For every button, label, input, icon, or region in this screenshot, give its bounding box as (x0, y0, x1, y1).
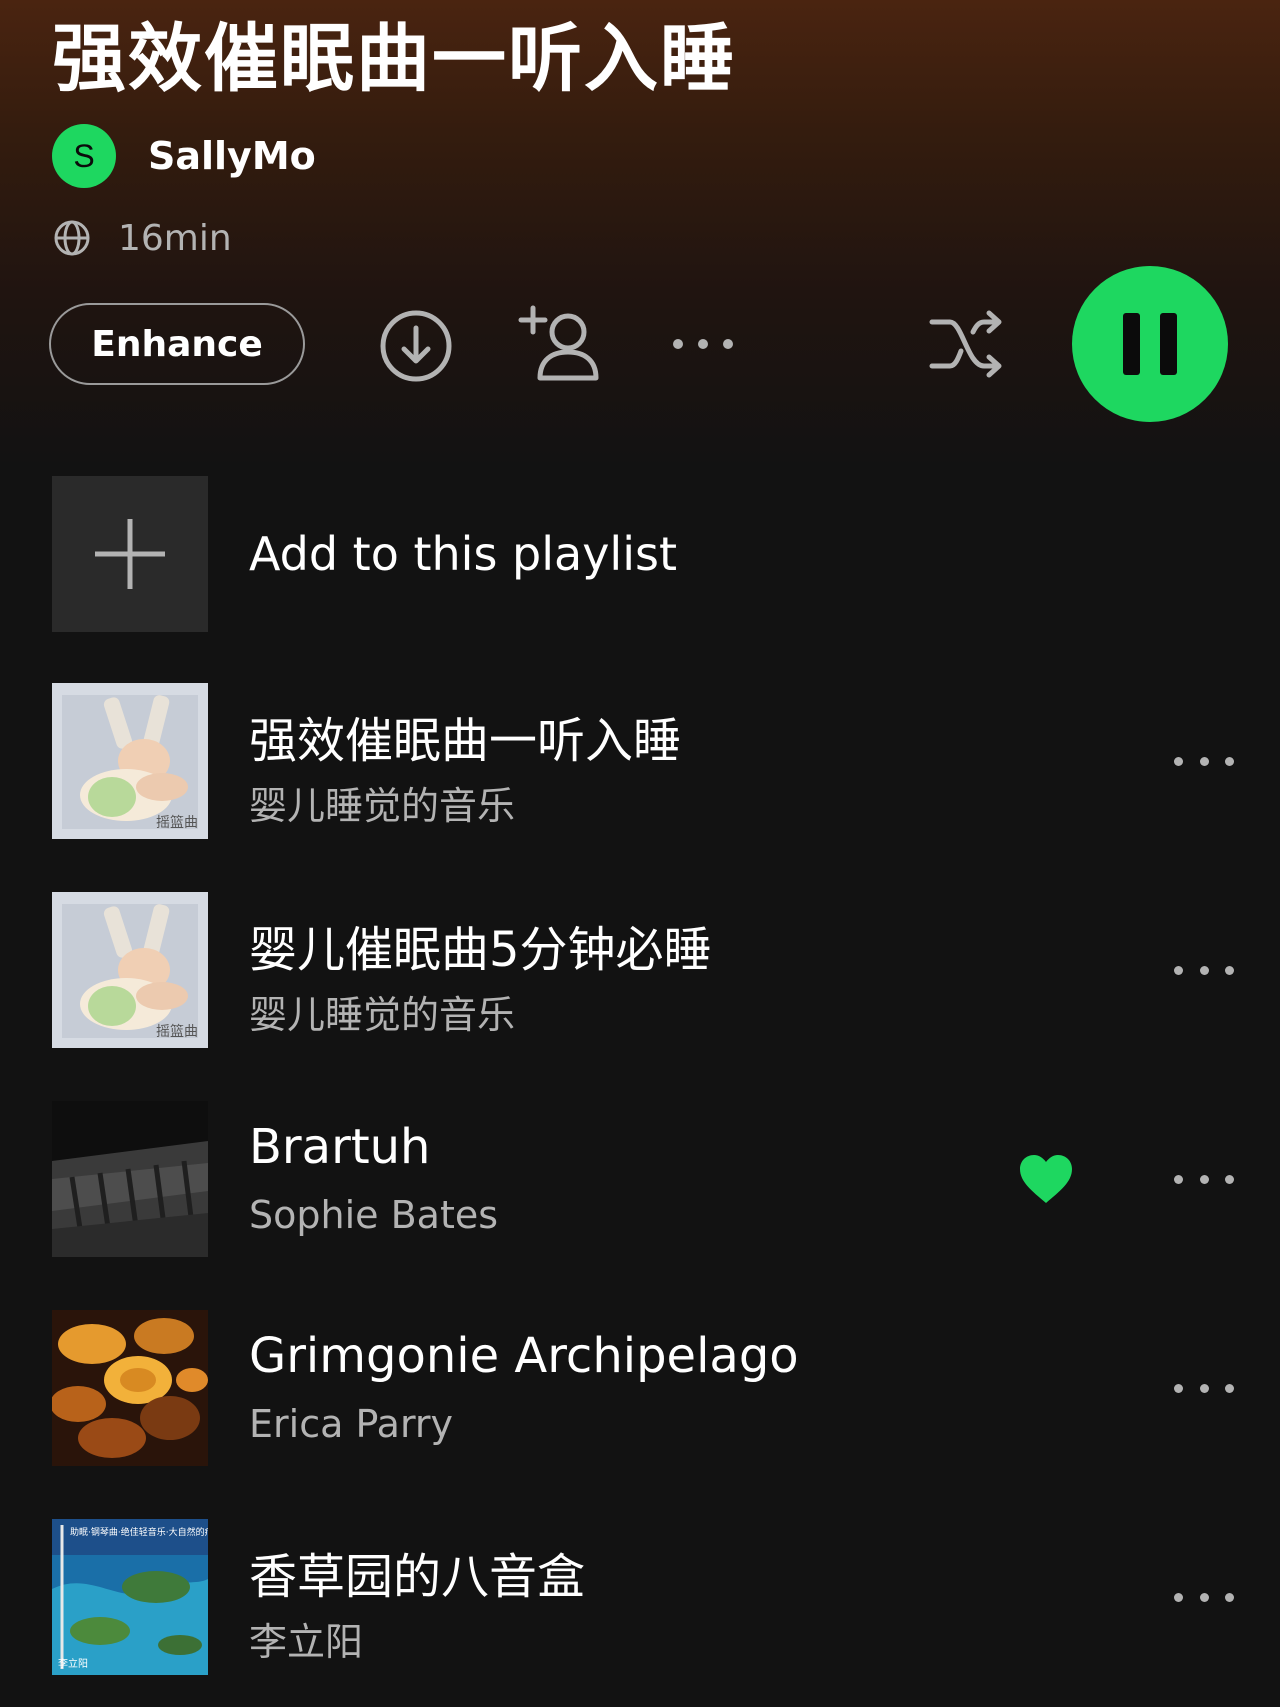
more-options-icon (673, 339, 733, 349)
track-row[interactable]: Grimgonie Archipelago Erica Parry (52, 1310, 1234, 1466)
more-options-icon[interactable] (1174, 1585, 1234, 1609)
album-art-caption: 摇篮曲 (156, 815, 198, 831)
shuffle-button[interactable] (928, 308, 1008, 380)
plus-icon (95, 519, 165, 589)
add-to-playlist-row[interactable]: Add to this playlist (52, 476, 1232, 632)
add-collaborator-button[interactable] (518, 304, 602, 384)
shuffle-icon (929, 310, 1002, 378)
track-title: Grimgonie Archipelago (249, 1328, 799, 1384)
add-thumb (52, 476, 208, 632)
pause-button[interactable] (1072, 266, 1228, 422)
track-title: 婴儿催眠曲5分钟必睡 (249, 922, 712, 978)
album-art-caption: 助眠·钢琴曲·绝佳轻音乐·大自然的疗愈催眠曲 (70, 1526, 208, 1538)
download-button[interactable] (378, 308, 454, 384)
owner-name[interactable]: SallyMo (148, 134, 316, 178)
globe-icon (54, 220, 90, 256)
pause-icon (1113, 313, 1187, 375)
album-art (52, 1310, 208, 1466)
playlist-duration: 16min (118, 217, 232, 259)
album-art: 摇篮曲 (52, 683, 208, 839)
track-artist: Sophie Bates (249, 1193, 499, 1237)
track-artist: Erica Parry (249, 1402, 454, 1446)
track-title: Brartuh (249, 1119, 431, 1175)
album-art (52, 1101, 208, 1257)
album-art-caption: 摇篮曲 (156, 1024, 198, 1040)
playlist-owner[interactable]: S SallyMo (52, 124, 316, 188)
album-art-caption: 李立阳 (58, 1657, 88, 1670)
add-collaborator-icon (518, 305, 599, 381)
track-row[interactable]: Brartuh Sophie Bates (52, 1101, 1234, 1257)
more-options-button[interactable] (670, 330, 736, 358)
playlist-title: 强效催眠曲一听入睡 (52, 16, 736, 102)
more-options-icon[interactable] (1174, 1167, 1234, 1191)
track-row[interactable]: 摇篮曲 强效催眠曲一听入睡 婴儿睡觉的音乐 (52, 683, 1234, 839)
track-artist: 婴儿睡觉的音乐 (249, 993, 516, 1037)
track-artist: 李立阳 (249, 1620, 364, 1664)
album-art: 助眠·钢琴曲·绝佳轻音乐·大自然的疗愈催眠曲 李立阳 (52, 1519, 208, 1675)
owner-avatar[interactable]: S (52, 124, 116, 188)
playlist-meta: 16min (52, 216, 232, 260)
track-title: 香草园的八音盒 (249, 1549, 586, 1605)
download-icon (380, 310, 452, 382)
track-row[interactable]: 摇篮曲 婴儿催眠曲5分钟必睡 婴儿睡觉的音乐 (52, 892, 1234, 1048)
more-options-icon[interactable] (1174, 749, 1234, 773)
enhance-button[interactable]: Enhance (49, 303, 305, 385)
more-options-icon[interactable] (1174, 1376, 1234, 1400)
track-artist: 婴儿睡觉的音乐 (249, 784, 516, 828)
liked-heart-icon[interactable] (1018, 1153, 1074, 1205)
add-to-playlist-label: Add to this playlist (249, 527, 677, 581)
album-art: 摇篮曲 (52, 892, 208, 1048)
more-options-icon[interactable] (1174, 958, 1234, 982)
track-title: 强效催眠曲一听入睡 (249, 713, 682, 769)
track-row[interactable]: 助眠·钢琴曲·绝佳轻音乐·大自然的疗愈催眠曲 李立阳 香草园的八音盒 李立阳 (52, 1519, 1234, 1675)
